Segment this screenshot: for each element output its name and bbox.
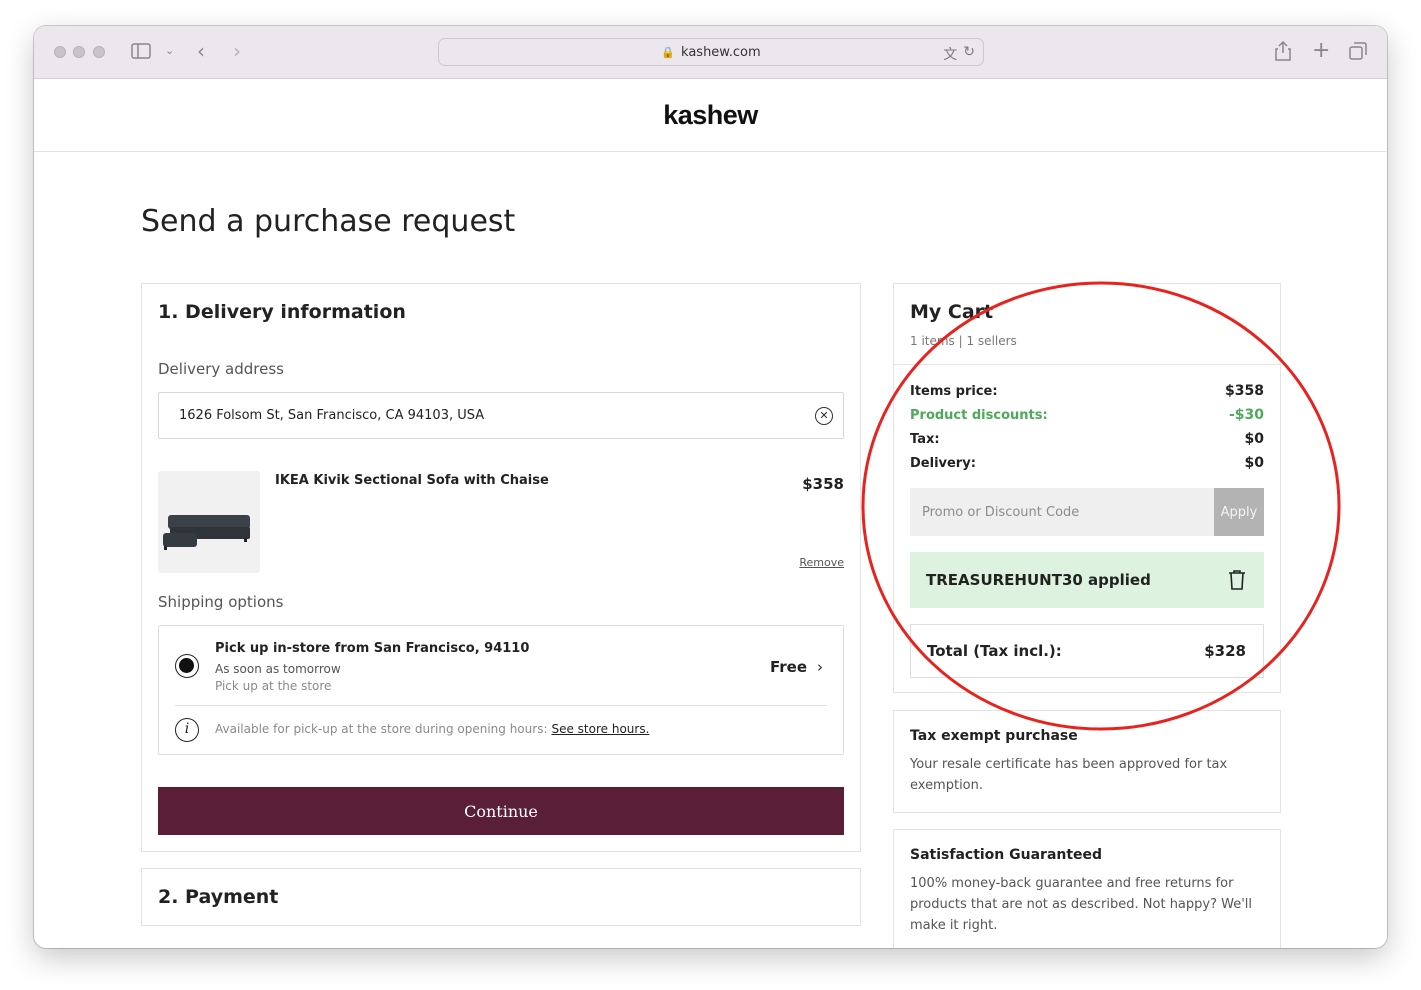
tax-value: $0 [1244, 431, 1264, 447]
shipping-option-title: Pick up in-store from San Francisco, 941… [215, 641, 530, 656]
browser-window: ⌄ ‹ › 🔒 kashew.com 文 ↻ + kashew Send a p… [34, 26, 1387, 948]
store-hours-link[interactable]: See store hours. [551, 722, 649, 736]
payment-section-title: 2. Payment [158, 886, 279, 908]
items-price-row: Items price: $358 [910, 383, 1264, 399]
kashew-logo[interactable]: kashew [663, 100, 758, 131]
apply-button[interactable]: Apply [1214, 488, 1264, 536]
promo-applied-text: TREASUREHUNT30 applied [926, 571, 1151, 589]
satisfaction-card: Satisfaction Guaranteed 100% money-back … [893, 829, 1281, 948]
shipping-option-detail: Pick up at the store [215, 679, 332, 693]
back-icon[interactable]: ‹ [197, 41, 205, 61]
page-title: Send a purchase request [141, 204, 516, 239]
close-window-button[interactable] [54, 46, 66, 58]
total-value: $328 [1204, 642, 1246, 660]
product-discounts-row: Product discounts: -$30 [910, 407, 1264, 423]
chevron-down-icon[interactable]: ⌄ [165, 45, 174, 56]
delivery-value: $0 [1244, 455, 1264, 471]
sofa-image [163, 515, 250, 550]
delivery-address-value: 1626 Folsom St, San Francisco, CA 94103,… [179, 408, 485, 423]
shipping-option-card[interactable]: Pick up in-store from San Francisco, 941… [158, 625, 844, 755]
pickup-info-text: Available for pick-up at the store durin… [215, 722, 548, 736]
tax-exempt-card: Tax exempt purchase Your resale certific… [893, 710, 1281, 813]
translate-icon[interactable]: 文 [943, 44, 957, 64]
delivery-panel: 1. Delivery information Delivery address… [141, 283, 861, 852]
product-discounts-value: -$30 [1228, 407, 1264, 423]
shipping-option-subtitle: As soon as tomorrow [215, 662, 341, 676]
browser-titlebar: ⌄ ‹ › 🔒 kashew.com 文 ↻ + [34, 26, 1387, 79]
tax-exempt-text: Your resale certificate has been approve… [910, 757, 1228, 793]
items-price-label: Items price: [910, 384, 998, 399]
satisfaction-text: 100% money-back guarantee and free retur… [910, 876, 1253, 933]
shipping-price-text: Free [769, 658, 807, 676]
shipping-option-radio[interactable] [175, 654, 199, 678]
product-thumbnail[interactable] [158, 471, 260, 573]
promo-code-input[interactable]: Promo or Discount Code [910, 488, 1215, 536]
shipping-divider [175, 705, 827, 706]
product-price: $358 [802, 475, 844, 493]
cart-panel: My Cart 1 items | 1 sellers Items price:… [893, 283, 1281, 693]
url-text: kashew.com [681, 44, 761, 60]
payment-panel[interactable]: 2. Payment [141, 868, 861, 926]
pickup-info: Available for pick-up at the store durin… [215, 722, 649, 736]
trash-icon[interactable] [1228, 569, 1246, 591]
continue-button[interactable]: Continue [158, 787, 844, 835]
shipping-options-label: Shipping options [158, 593, 284, 611]
delivery-address-label: Delivery address [158, 360, 284, 378]
items-price-value: $358 [1225, 383, 1264, 399]
clear-icon[interactable]: ✕ [815, 407, 833, 425]
delivery-address-input[interactable]: 1626 Folsom St, San Francisco, CA 94103,… [158, 392, 844, 439]
info-icon: i [175, 718, 199, 742]
product-discounts-label: Product discounts: [910, 408, 1048, 423]
product-name[interactable]: IKEA Kivik Sectional Sofa with Chaise [275, 473, 549, 488]
tax-exempt-title: Tax exempt purchase [910, 728, 1078, 744]
delivery-section-title: 1. Delivery information [158, 301, 406, 323]
chevron-right-icon: › [817, 658, 823, 676]
cart-divider [894, 364, 1280, 365]
total-box: Total (Tax incl.): $328 [910, 624, 1264, 678]
lock-icon: 🔒 [661, 45, 676, 59]
cart-subtitle: 1 items | 1 sellers [910, 334, 1017, 348]
remove-link[interactable]: Remove [799, 556, 844, 569]
tabs-icon[interactable] [1349, 42, 1367, 64]
tax-row: Tax: $0 [910, 431, 1264, 447]
tax-label: Tax: [910, 432, 940, 447]
address-bar[interactable]: 🔒 kashew.com 文 ↻ [438, 38, 984, 66]
satisfaction-title: Satisfaction Guaranteed [910, 847, 1103, 863]
shipping-option-price[interactable]: Free › [770, 658, 823, 676]
sidebar-icon[interactable] [131, 43, 151, 63]
promo-applied-banner: TREASUREHUNT30 applied [910, 552, 1264, 608]
new-tab-icon[interactable]: + [1312, 40, 1330, 62]
reload-icon[interactable]: ↻ [963, 44, 975, 64]
forward-icon[interactable]: › [233, 41, 241, 61]
delivery-row: Delivery: $0 [910, 455, 1264, 471]
minimize-window-button[interactable] [73, 46, 85, 58]
total-label: Total (Tax incl.): [927, 642, 1062, 660]
delivery-label: Delivery: [910, 456, 976, 471]
cart-title: My Cart [910, 301, 994, 323]
share-icon[interactable] [1275, 40, 1291, 65]
zoom-window-button[interactable] [93, 46, 105, 58]
site-header: kashew [34, 79, 1387, 152]
